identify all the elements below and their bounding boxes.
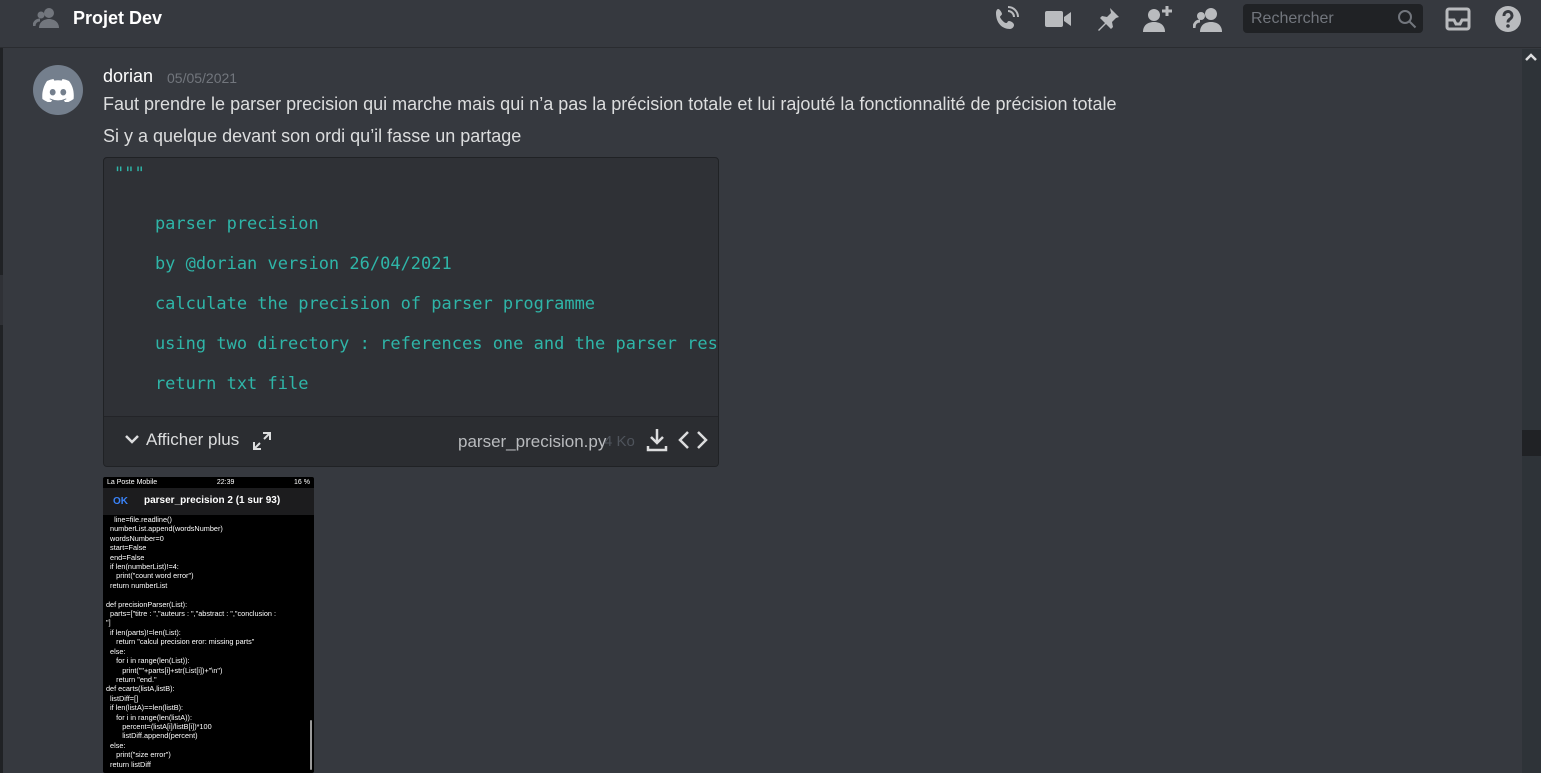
file-name: parser_precision.py [458,432,607,451]
scrollbar-thumb[interactable] [1522,430,1541,456]
show-more-button[interactable]: Afficher plus [124,430,239,450]
scroll-up-arrow-icon[interactable] [1524,50,1538,64]
phone-title: parser_precision 2 (1 sur 93) [144,495,281,506]
phone-nav-bar: OK parser_precision 2 (1 sur 93) [103,488,314,515]
video-call-icon[interactable] [1043,4,1073,34]
code-line: """ [114,164,145,184]
phone-status-bar: La Poste Mobile 22:39 16 % [103,477,314,488]
code-line: using two directory : references one and… [114,334,719,354]
phone-code-text: line=file.readline() numberList.append(w… [106,515,277,769]
search-icon [1397,9,1417,29]
chevron-down-icon [124,430,140,450]
code-line: return txt file [114,374,309,394]
channel-title: Projet Dev [73,8,163,28]
message-line: Faut prendre le parser precision qui mar… [103,94,1117,114]
scrollbar-track[interactable] [1522,49,1541,773]
phone-battery: 16 % [294,479,310,486]
image-attachment[interactable]: La Poste Mobile 22:39 16 % OK parser_pre… [103,477,314,773]
channel-header: Projet Dev [0,0,1541,48]
voice-call-icon[interactable] [991,4,1021,34]
message-line: Si y a quelque devant son ordi qu’il fas… [103,126,522,146]
phone-scroll-indicator [310,720,312,770]
fullscreen-icon[interactable] [252,431,272,451]
file-size: 4 Ko [604,433,635,450]
phone-carrier: La Poste Mobile [107,479,158,486]
code-line: parser precision [114,214,319,234]
pin-icon[interactable] [1093,4,1123,34]
code-line: calculate the precision of parser progra… [114,294,596,314]
inbox-icon[interactable] [1443,4,1473,34]
left-edge [0,0,3,773]
avatar[interactable] [33,65,83,115]
code-preview: """ parser precision by @dorian version … [104,158,718,416]
phone-time: 22:39 [216,479,235,486]
member-list-icon[interactable] [1193,4,1223,34]
attachment-footer: Afficher plus parser_precision.py 4 Ko [104,416,718,466]
add-member-icon[interactable] [1143,4,1173,34]
message-author[interactable]: dorian [103,66,153,87]
code-attachment: """ parser precision by @dorian version … [103,157,719,467]
search-input[interactable] [1243,4,1393,33]
group-icon [32,6,61,30]
left-edge-accent [0,275,3,325]
download-icon[interactable] [646,427,668,453]
show-more-label: Afficher plus [146,430,240,449]
view-source-icon[interactable] [678,429,708,451]
search-box[interactable] [1243,4,1423,33]
code-line: by @dorian version 26/04/2021 [114,254,452,274]
help-icon[interactable] [1493,4,1523,34]
phone-ok-button: OK [113,496,128,507]
message-timestamp: 05/05/2021 [167,70,238,86]
